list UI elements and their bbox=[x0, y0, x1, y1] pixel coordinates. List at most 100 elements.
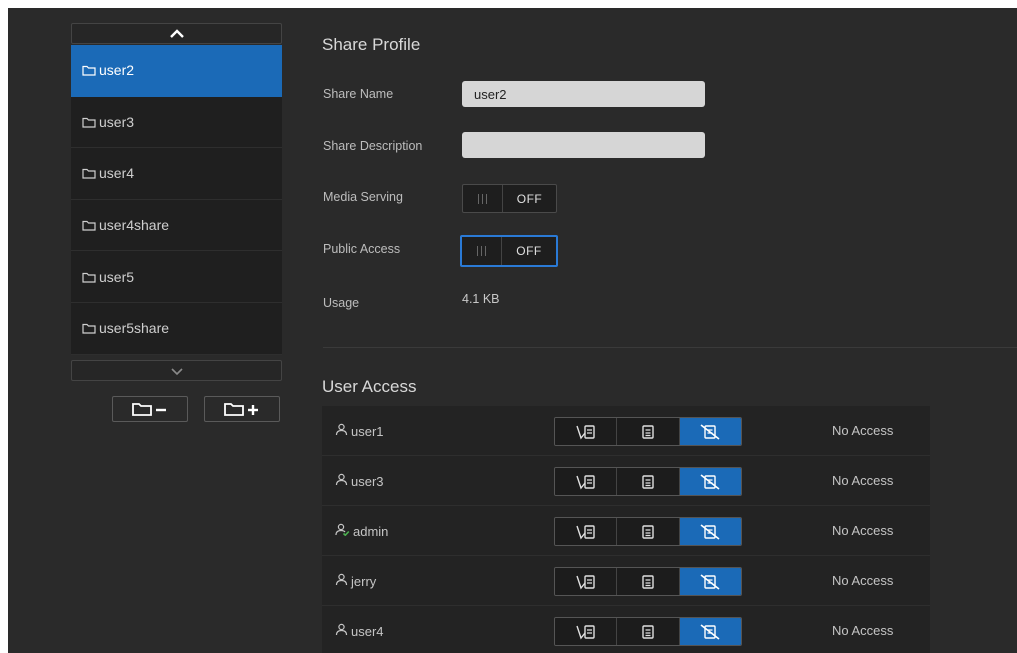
section-divider bbox=[323, 347, 1017, 348]
user-icon bbox=[335, 573, 348, 589]
share-item-label: user3 bbox=[99, 113, 135, 130]
user-name-label: user4 bbox=[351, 623, 384, 639]
folder-icon bbox=[82, 322, 96, 334]
permission-selector bbox=[554, 617, 742, 646]
user-name-label: user3 bbox=[351, 473, 384, 489]
read-only-icon bbox=[641, 574, 655, 590]
share-description-input[interactable] bbox=[462, 132, 705, 158]
no-access-button[interactable] bbox=[679, 518, 741, 545]
read-write-button[interactable] bbox=[555, 618, 618, 645]
public-access-state: OFF bbox=[516, 244, 542, 258]
read-write-icon bbox=[575, 474, 597, 490]
share-name-input[interactable] bbox=[462, 81, 705, 107]
permission-selector bbox=[554, 517, 742, 546]
read-only-icon bbox=[641, 474, 655, 490]
chevron-down-icon bbox=[170, 367, 183, 375]
no-access-button[interactable] bbox=[679, 618, 741, 645]
access-level-label: No Access bbox=[832, 473, 894, 488]
read-write-button[interactable] bbox=[555, 468, 618, 495]
folder-icon bbox=[82, 116, 96, 128]
folder-icon bbox=[82, 167, 96, 180]
usage-label: Usage bbox=[323, 296, 360, 310]
access-level-label: No Access bbox=[832, 423, 894, 438]
chevron-up-icon bbox=[169, 28, 184, 38]
share-item-label: user2 bbox=[99, 62, 135, 79]
scroll-down-button[interactable] bbox=[71, 360, 282, 381]
folder-plus-icon bbox=[224, 403, 258, 416]
read-write-icon bbox=[575, 624, 597, 640]
read-only-button[interactable] bbox=[617, 518, 680, 545]
usage-value: 4.1 KB bbox=[462, 292, 500, 306]
read-only-icon bbox=[641, 424, 655, 440]
folder-icon bbox=[82, 271, 96, 283]
share-list: user2 user3 user4 user4share user5 user5… bbox=[71, 45, 282, 355]
folder-minus-icon bbox=[132, 403, 166, 416]
user-name-label: user1 bbox=[351, 423, 384, 439]
share-item-label: user4 bbox=[99, 165, 135, 182]
admin-user-icon bbox=[335, 523, 350, 539]
media-serving-state: OFF bbox=[516, 191, 543, 206]
user-access-title: User Access bbox=[322, 377, 417, 396]
share-name-label: Share Name bbox=[323, 87, 394, 101]
user-access-row: user1 No Access bbox=[322, 406, 930, 456]
user-access-row: user3 No Access bbox=[322, 456, 930, 506]
toggle-grip-icon bbox=[462, 237, 502, 265]
user-name-label: jerry bbox=[351, 573, 377, 589]
user-access-row: admin No Access bbox=[322, 506, 930, 556]
user-icon bbox=[335, 423, 348, 439]
access-level-label: No Access bbox=[832, 623, 894, 638]
share-item-label: user4share bbox=[99, 217, 170, 234]
share-item-user3[interactable]: user3 bbox=[71, 96, 282, 149]
user-icon bbox=[335, 473, 348, 489]
no-access-button[interactable] bbox=[679, 418, 741, 445]
share-item-label: user5share bbox=[99, 320, 170, 337]
scroll-up-button[interactable] bbox=[71, 23, 282, 44]
share-item-user4[interactable]: user4 bbox=[71, 148, 282, 200]
share-item-user5share[interactable]: user5share bbox=[71, 302, 282, 355]
user-name: user4 bbox=[335, 623, 384, 639]
read-only-button[interactable] bbox=[617, 468, 680, 495]
read-only-button[interactable] bbox=[617, 418, 680, 445]
access-level-label: No Access bbox=[832, 523, 894, 538]
public-access-toggle[interactable]: OFF bbox=[460, 235, 558, 267]
remove-share-button[interactable] bbox=[112, 396, 188, 422]
read-write-icon bbox=[575, 424, 597, 440]
share-item-user5[interactable]: user5 bbox=[71, 251, 282, 303]
read-write-button[interactable] bbox=[555, 518, 618, 545]
app-window: user2 user3 user4 user4share user5 user5… bbox=[8, 8, 1017, 653]
share-item-user4share[interactable]: user4share bbox=[71, 199, 282, 252]
permission-selector bbox=[554, 467, 742, 496]
access-level-label: No Access bbox=[832, 573, 894, 588]
public-access-label: Public Access bbox=[323, 242, 401, 256]
share-profile-title: Share Profile bbox=[322, 35, 421, 54]
no-access-icon bbox=[699, 423, 721, 440]
no-access-button[interactable] bbox=[679, 468, 741, 495]
user-access-table: user1 No Access user3 No Access admin No Acce… bbox=[322, 406, 930, 653]
share-description-label: Share Description bbox=[323, 139, 423, 153]
share-item-label: user5 bbox=[99, 268, 135, 285]
media-serving-toggle[interactable]: OFF bbox=[462, 184, 557, 213]
no-access-icon bbox=[699, 573, 721, 590]
user-name: jerry bbox=[335, 573, 376, 589]
read-only-icon bbox=[641, 624, 655, 640]
add-share-button[interactable] bbox=[204, 396, 280, 422]
toggle-grip-icon bbox=[463, 185, 503, 212]
user-name: user3 bbox=[335, 473, 384, 489]
no-access-icon bbox=[699, 523, 721, 540]
read-only-button[interactable] bbox=[617, 568, 680, 595]
user-name-label: admin bbox=[353, 523, 389, 539]
share-item-user2[interactable]: user2 bbox=[71, 45, 282, 97]
media-serving-label: Media Serving bbox=[323, 190, 403, 204]
permission-selector bbox=[554, 567, 742, 596]
permission-selector bbox=[554, 417, 742, 446]
folder-icon bbox=[82, 64, 96, 76]
read-only-button[interactable] bbox=[617, 618, 680, 645]
folder-icon bbox=[82, 219, 96, 231]
user-icon bbox=[335, 623, 348, 639]
read-write-icon bbox=[575, 574, 597, 590]
no-access-button[interactable] bbox=[679, 568, 741, 595]
user-name: admin bbox=[335, 523, 388, 539]
no-access-icon bbox=[699, 473, 721, 490]
read-write-button[interactable] bbox=[555, 418, 618, 445]
read-write-button[interactable] bbox=[555, 568, 618, 595]
